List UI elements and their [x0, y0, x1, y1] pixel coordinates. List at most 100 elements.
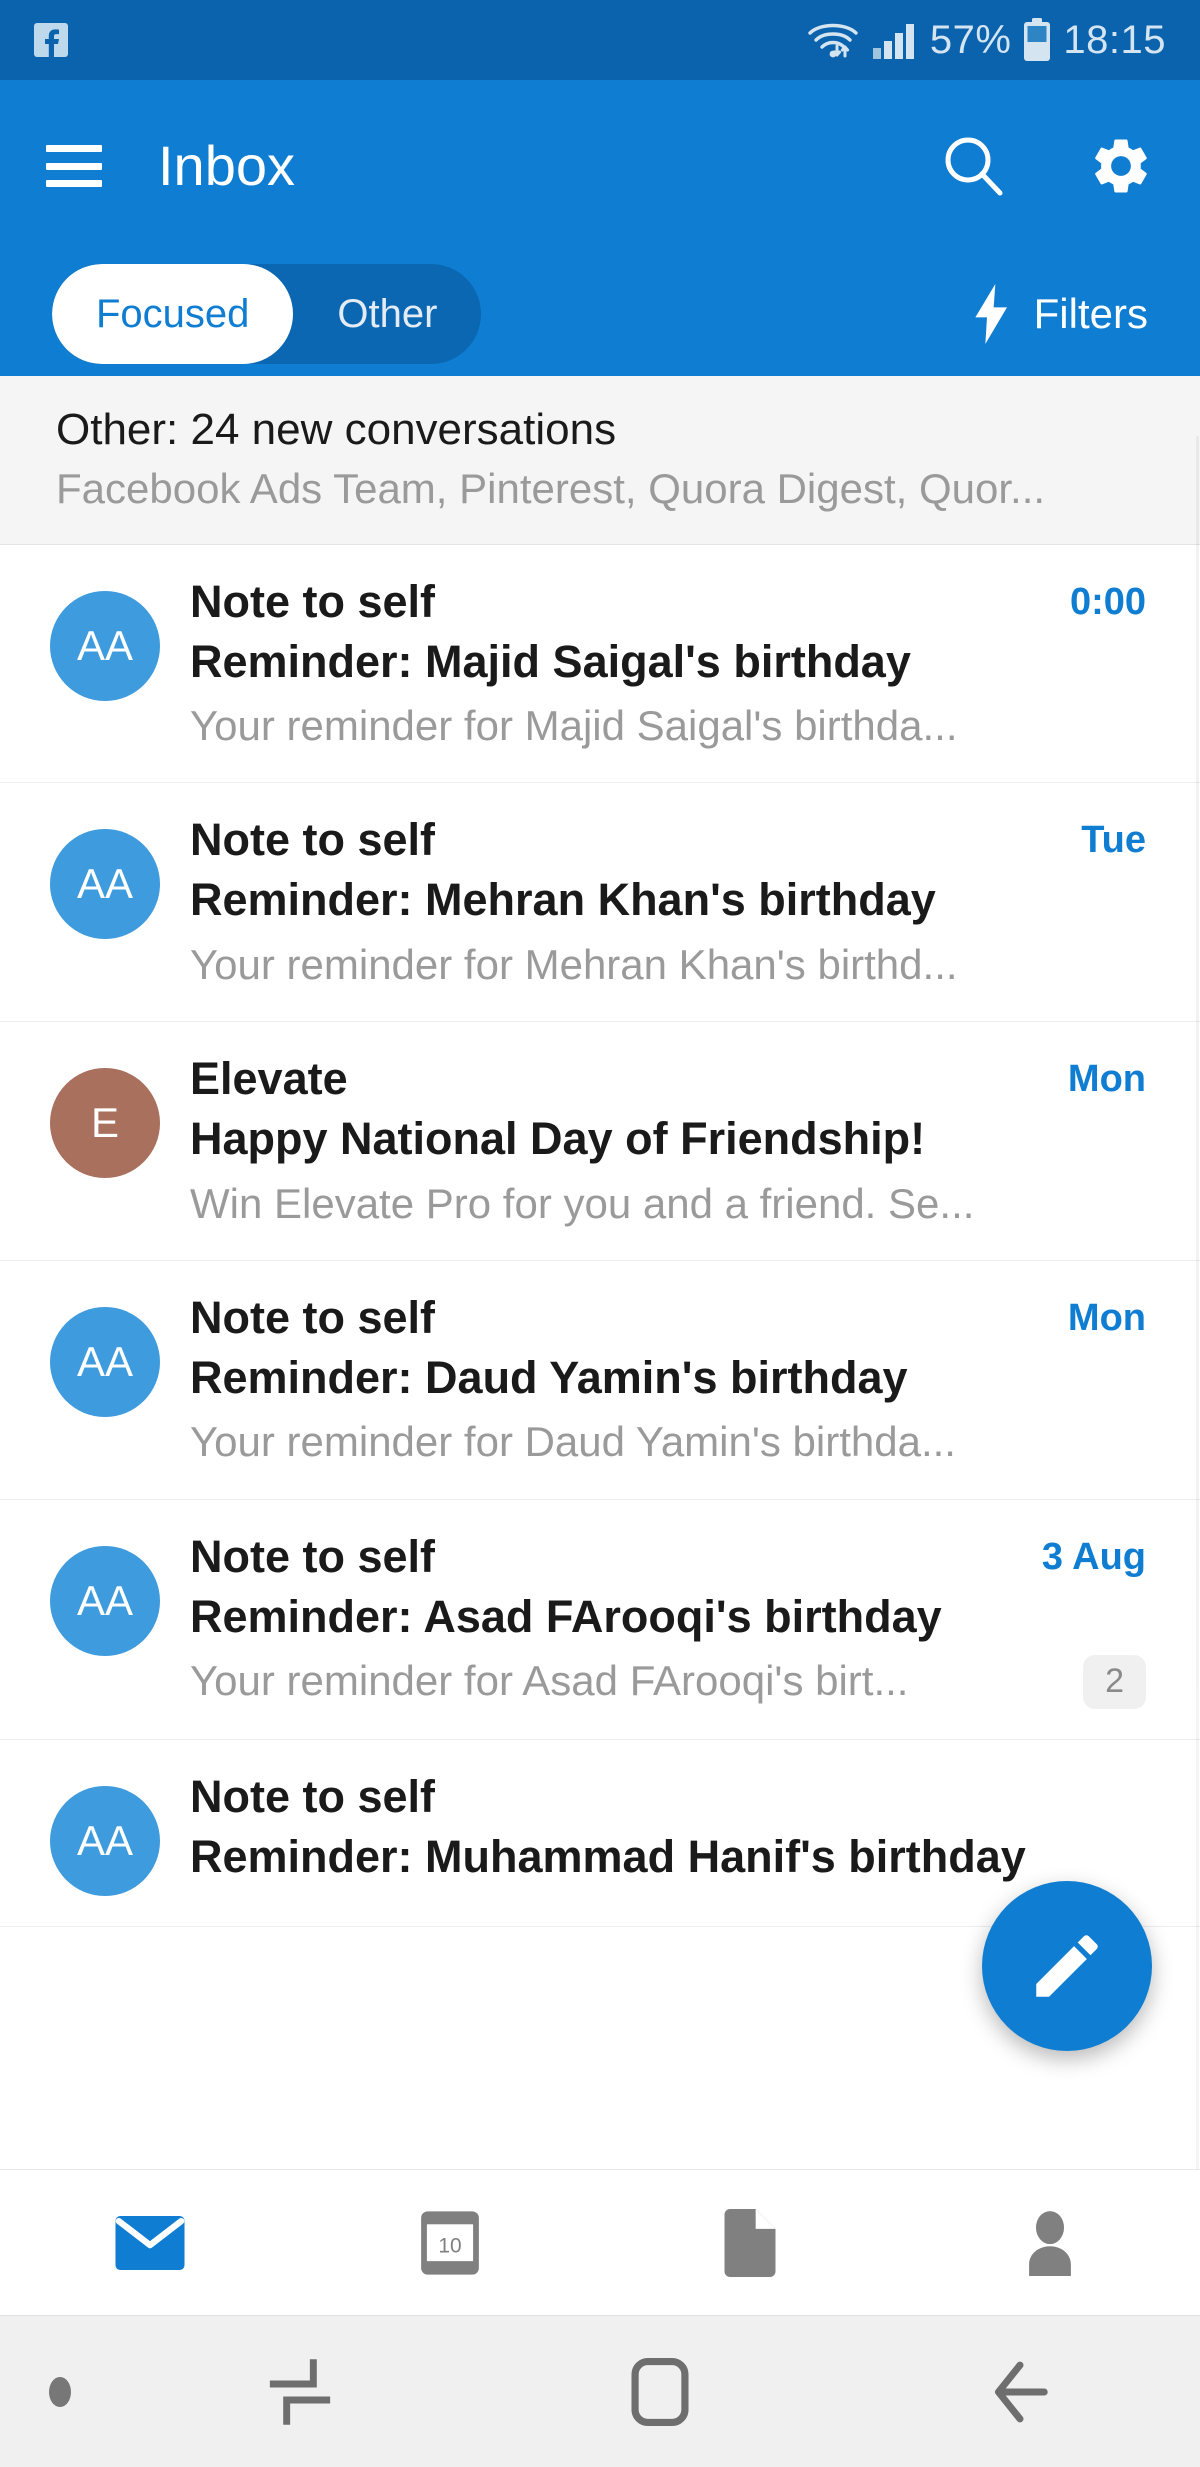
sender-and-time-row: Note to self	[190, 1770, 1146, 1825]
message-timestamp: Mon	[1067, 1297, 1146, 1340]
lightning-bolt-icon	[972, 284, 1012, 344]
pivot-tab-row: Focused Other Filters	[0, 252, 1200, 376]
message-content: Note to self Mon Reminder: Daud Yamin's bi…	[160, 1291, 1156, 1469]
status-bar: 57% 18:15	[0, 0, 1200, 80]
sender-name: Note to self	[190, 1292, 436, 1344]
avatar[interactable]: AA	[50, 1545, 160, 1656]
search-icon[interactable]	[940, 133, 1006, 199]
message-row[interactable]: E Elevate Mon Happy National Day of Friends…	[0, 1022, 1200, 1262]
message-row[interactable]: AA Note to self 3 Aug Reminder: Asad FArooq…	[0, 1499, 1200, 1740]
message-timestamp: 3 Aug	[1041, 1535, 1146, 1578]
app-bar-actions	[940, 133, 1154, 199]
preview-row: Your reminder for Majid Saigal's birthda…	[190, 700, 1146, 753]
gear-icon[interactable]	[1088, 133, 1154, 199]
recents-button[interactable]	[120, 2357, 480, 2427]
message-content: Note to self Tue Reminder: Mehran Khan's b…	[160, 813, 1156, 991]
tab-focused[interactable]: Focused	[52, 264, 294, 364]
message-preview: Your reminder for Asad FArooqi's birt...	[190, 1657, 909, 1705]
message-preview: Win Elevate Pro for you and a friend. Se…	[190, 1179, 975, 1227]
message-content: Note to self Reminder: Muhammad Hanif's b…	[160, 1770, 1156, 1885]
svg-text:10: 10	[438, 2234, 461, 2257]
status-bar-notifications	[34, 23, 68, 57]
app-bar-top-row: Inbox	[0, 80, 1200, 252]
home-button[interactable]	[480, 2356, 840, 2428]
sender-and-time-row: Note to self Mon	[190, 1291, 1146, 1346]
bottom-nav-mail[interactable]	[0, 2214, 300, 2272]
app-bar: Inbox Focused Other Filters	[0, 80, 1200, 376]
message-content: Elevate Mon Happy National Day of Friendsh…	[160, 1052, 1156, 1230]
message-row[interactable]: AA Note to self 0:00 Reminder: Majid Saigal…	[0, 544, 1200, 784]
battery-percent-label: 57%	[929, 18, 1012, 62]
calendar-icon: 10	[419, 2210, 481, 2276]
bottom-nav-calendar[interactable]: 10	[300, 2210, 600, 2276]
focused-other-pivot: Focused Other	[52, 264, 482, 364]
recents-icon	[268, 2357, 332, 2427]
cellular-signal-icon	[872, 20, 918, 60]
preview-row: Your reminder for Daud Yamin's birthda..…	[190, 1416, 1146, 1469]
people-icon	[1019, 2210, 1081, 2276]
facebook-icon	[34, 23, 68, 57]
android-system-nav-bar	[0, 2315, 1200, 2467]
bottom-nav-people[interactable]	[900, 2210, 1200, 2276]
back-button[interactable]	[840, 2357, 1200, 2427]
message-rows-container: AA Note to self 0:00 Reminder: Majid Saigal…	[0, 544, 1200, 1927]
other-section-header[interactable]: Other: 24 new conversations Facebook Ads…	[0, 376, 1200, 545]
message-subject: Reminder: Daud Yamin's birthday	[190, 1352, 908, 1404]
hamburger-menu-icon[interactable]	[46, 145, 102, 187]
sender-name: Elevate	[190, 1053, 348, 1105]
other-section-senders: Facebook Ads Team, Pinterest, Quora Dige…	[56, 465, 1046, 512]
sender-and-time-row: Note to self 3 Aug	[190, 1530, 1146, 1585]
preview-row: Your reminder for Mehran Khan's birthd..…	[190, 939, 1146, 992]
back-arrow-icon	[987, 2357, 1053, 2427]
avatar[interactable]: AA	[50, 1785, 160, 1896]
phone-screen: 57% 18:15 Inbox Focused Other Filters Ot…	[0, 0, 1200, 2467]
message-subject: Happy National Day of Friendship!	[190, 1113, 926, 1165]
bottom-navigation-bar: 10	[0, 2169, 1200, 2315]
sender-name: Note to self	[190, 575, 436, 627]
avatar[interactable]: E	[50, 1068, 160, 1179]
clock-label: 18:15	[1063, 18, 1166, 62]
page-title: Inbox	[158, 134, 295, 197]
message-subject: Reminder: Asad FArooqi's birthday	[190, 1590, 942, 1642]
message-preview: Your reminder for Daud Yamin's birthda..…	[190, 1418, 956, 1466]
sender-and-time-row: Elevate Mon	[190, 1052, 1146, 1107]
message-subject: Reminder: Muhammad Hanif's birthday	[190, 1830, 1026, 1882]
mail-icon	[114, 2214, 186, 2272]
message-timestamp: 0:00	[1069, 580, 1146, 623]
message-preview: Your reminder for Majid Saigal's birthda…	[190, 701, 958, 749]
filters-button[interactable]: Filters	[972, 284, 1148, 344]
message-content: Note to self 0:00 Reminder: Majid Saigal's…	[160, 575, 1156, 753]
sender-and-time-row: Note to self Tue	[190, 813, 1146, 868]
sender-and-time-row: Note to self 0:00	[190, 575, 1146, 630]
status-bar-indicators: 57% 18:15	[806, 18, 1166, 62]
sender-name: Note to self	[190, 1770, 436, 1822]
preview-row: Win Elevate Pro for you and a friend. Se…	[190, 1178, 1146, 1231]
home-icon	[629, 2356, 691, 2428]
message-timestamp: Tue	[1081, 819, 1146, 862]
status-dot-icon	[0, 2376, 120, 2407]
tab-other[interactable]: Other	[293, 264, 481, 364]
compose-fab-button[interactable]	[982, 1881, 1152, 2051]
message-subject: Reminder: Majid Saigal's birthday	[190, 635, 911, 687]
message-row[interactable]: AA Note to self Tue Reminder: Mehran Khan's…	[0, 783, 1200, 1023]
wifi-icon	[806, 18, 860, 62]
sender-name: Note to self	[190, 1530, 436, 1582]
message-content: Note to self 3 Aug Reminder: Asad FArooqi'…	[160, 1530, 1156, 1709]
battery-icon	[1023, 18, 1051, 62]
avatar[interactable]: AA	[50, 590, 160, 701]
files-icon	[723, 2208, 777, 2277]
message-preview: Your reminder for Mehran Khan's birthd..…	[190, 940, 958, 988]
bottom-nav-files[interactable]	[600, 2208, 900, 2277]
avatar[interactable]: AA	[50, 1307, 160, 1418]
message-subject: Reminder: Mehran Khan's birthday	[190, 874, 936, 926]
message-timestamp: Mon	[1067, 1058, 1146, 1101]
preview-row: Your reminder for Asad FArooqi's birt...…	[190, 1655, 1146, 1709]
filters-label: Filters	[1033, 290, 1148, 337]
message-list[interactable]: Other: 24 new conversations Facebook Ads…	[0, 376, 1200, 2169]
message-row[interactable]: AA Note to self Mon Reminder: Daud Yamin's …	[0, 1261, 1200, 1500]
compose-pencil-icon	[1026, 1925, 1108, 2007]
conversation-count-badge: 2	[1083, 1655, 1146, 1709]
avatar[interactable]: AA	[50, 829, 160, 940]
sender-name: Note to self	[190, 814, 436, 866]
other-section-title: Other: 24 new conversations	[56, 405, 617, 454]
